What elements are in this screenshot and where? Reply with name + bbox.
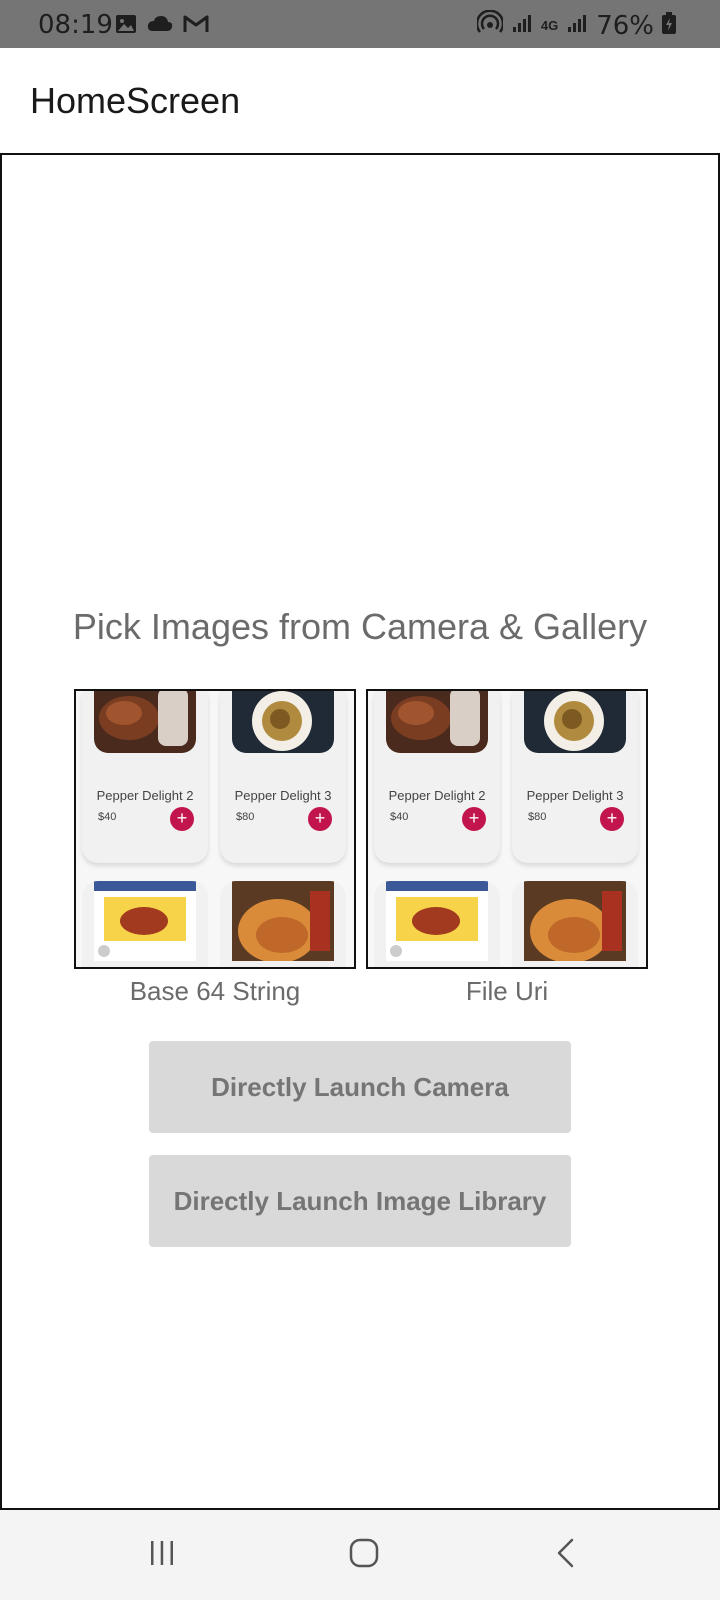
home-button[interactable] <box>334 1530 394 1580</box>
status-time: 08:19 <box>38 10 113 40</box>
signal-icon <box>566 12 588 39</box>
food-photo <box>232 691 334 753</box>
image-icon <box>114 12 138 41</box>
page-title: HomeScreen <box>30 80 241 121</box>
4g-icon: 4G <box>540 17 559 33</box>
battery-icon <box>662 12 676 39</box>
food-photo <box>94 691 196 753</box>
product-price: $40 <box>390 811 409 823</box>
product-price: $80 <box>236 811 255 823</box>
base64-image-preview: Pepper Delight 2 $40 + Pepper Delight 3 … <box>74 689 356 969</box>
product-card <box>82 881 208 967</box>
food-photo <box>94 881 196 961</box>
app-bar: HomeScreen <box>0 48 720 153</box>
system-nav-bar <box>0 1510 720 1600</box>
product-name: Pepper Delight 2 <box>96 788 194 803</box>
food-photo <box>232 881 334 961</box>
product-card <box>512 881 638 967</box>
product-card: Pepper Delight 3 $80 + <box>512 691 638 863</box>
food-photo <box>524 881 626 961</box>
product-name: Pepper Delight 2 <box>388 788 486 803</box>
add-to-cart-button: + <box>462 807 486 831</box>
base64-label: Base 64 String <box>129 976 301 1006</box>
product-price: $40 <box>98 811 117 823</box>
product-name: Pepper Delight 3 <box>234 788 332 803</box>
add-to-cart-button: + <box>600 807 624 831</box>
file-uri-label: File Uri <box>465 976 549 1006</box>
recents-button[interactable] <box>132 1530 192 1580</box>
product-card <box>220 881 346 967</box>
back-icon <box>551 1537 581 1574</box>
recents-icon <box>147 1538 177 1573</box>
food-photo <box>524 691 626 753</box>
status-bar: 08:19 4G 76% <box>0 0 720 48</box>
product-name: Pepper Delight 3 <box>526 788 624 803</box>
file-uri-image-preview: Pepper Delight 2 $40 + Pepper Delight 3 … <box>366 689 648 969</box>
section-heading: Pick Images from Camera & Gallery <box>72 606 648 647</box>
status-left-icons <box>114 12 210 41</box>
add-to-cart-button: + <box>308 807 332 831</box>
launch-image-library-button[interactable]: Directly Launch Image Library <box>149 1155 571 1247</box>
product-card: Pepper Delight 2 $40 + <box>82 691 208 863</box>
status-right: 4G 76% <box>475 9 676 41</box>
cloud-icon <box>146 12 174 41</box>
product-card: Pepper Delight 3 $80 + <box>220 691 346 863</box>
product-card: Pepper Delight 2 $40 + <box>374 691 500 863</box>
food-photo <box>386 881 488 961</box>
back-button[interactable] <box>536 1530 596 1580</box>
home-icon <box>348 1537 380 1574</box>
food-photo <box>386 691 488 753</box>
product-card <box>374 881 500 967</box>
signal-icon <box>511 12 533 39</box>
hotspot-icon <box>475 9 505 41</box>
add-to-cart-button: + <box>170 807 194 831</box>
launch-camera-button[interactable]: Directly Launch Camera <box>149 1041 571 1133</box>
battery-percent: 76% <box>596 10 654 41</box>
product-price: $80 <box>528 811 547 823</box>
gmail-icon <box>182 12 210 41</box>
